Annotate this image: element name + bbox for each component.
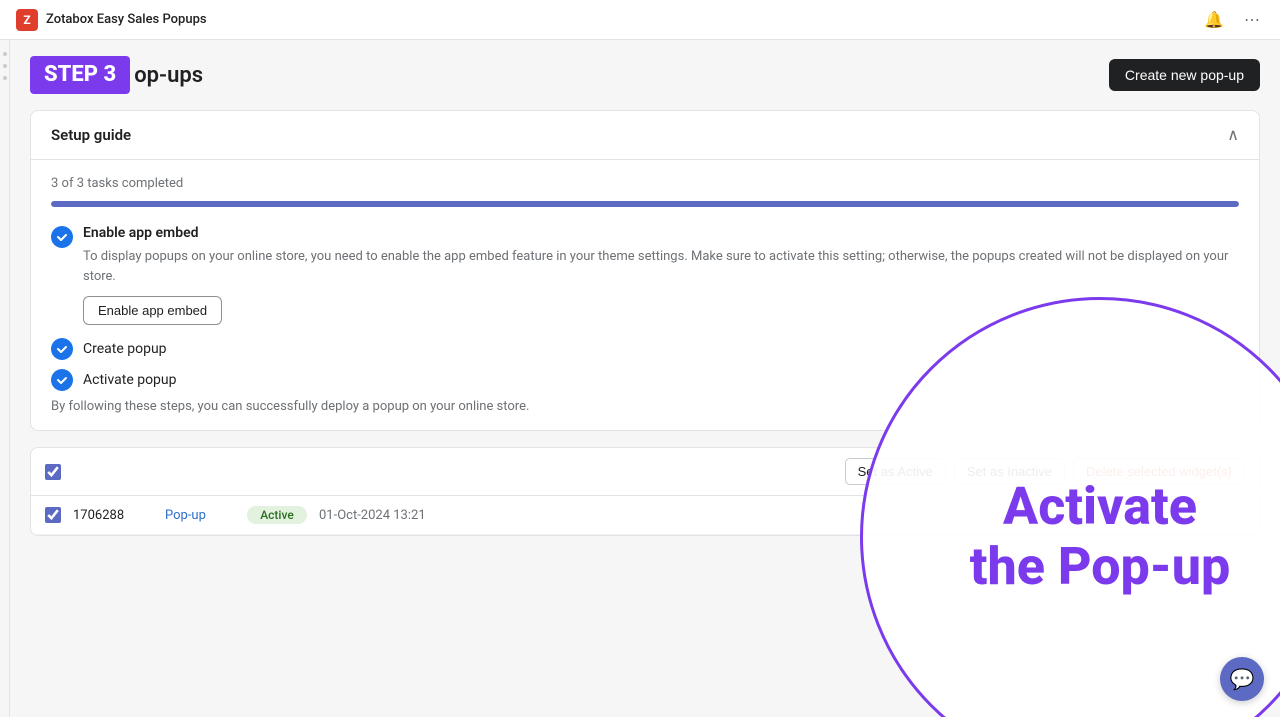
table-toolbar: Set as Active Set as Inactive Delete sel…: [31, 448, 1259, 496]
task-activate-popup: Activate popup: [51, 368, 1239, 391]
nav-strip: [0, 40, 10, 717]
top-bar-left: Z Zotabox Easy Sales Popups: [16, 9, 207, 31]
row-checkbox[interactable]: [45, 507, 61, 523]
chat-bubble-button[interactable]: 💬: [1220, 657, 1264, 701]
page-title: op-ups: [134, 63, 203, 88]
task-label-create-popup: Create popup: [83, 341, 167, 357]
layout: STEP 3 op-ups Create new pop-up Setup gu…: [0, 40, 1280, 717]
status-badge: Active: [247, 506, 307, 524]
row-id: 1706288: [73, 508, 153, 523]
select-all-checkbox[interactable]: [45, 464, 61, 480]
tasks-completed-text: 3 of 3 tasks completed: [51, 176, 1239, 191]
nav-dot: [3, 64, 7, 68]
page-header: STEP 3 op-ups Create new pop-up: [30, 56, 1260, 94]
table-toolbar-right: Set as Active Set as Inactive Delete sel…: [845, 458, 1245, 485]
task-description-enable-embed: To display popups on your online store, …: [83, 247, 1239, 286]
main-content: STEP 3 op-ups Create new pop-up Setup gu…: [10, 40, 1280, 717]
row-type[interactable]: Pop-up: [165, 508, 235, 523]
setup-footer-text: By following these steps, you can succes…: [51, 399, 1239, 414]
progress-bar-fill: [51, 201, 1239, 207]
task-content-enable-embed: Enable app embed To display popups on yo…: [83, 225, 1239, 325]
overlay-line2: the Pop-up: [970, 537, 1231, 597]
create-new-popup-button[interactable]: Create new pop-up: [1109, 59, 1260, 91]
checkmark-icon: [56, 343, 68, 355]
task-label-activate-popup: Activate popup: [83, 372, 177, 388]
setup-card-body: 3 of 3 tasks completed Enable app embed …: [31, 160, 1259, 430]
set-active-button[interactable]: Set as Active: [845, 458, 946, 485]
enable-app-embed-button[interactable]: Enable app embed: [83, 296, 222, 325]
task-check-enable-embed: [51, 226, 73, 248]
app-title: Zotabox Easy Sales Popups: [46, 12, 207, 27]
checkmark-icon: [56, 231, 68, 243]
delete-selected-button[interactable]: Delete selected widget(s): [1073, 458, 1245, 485]
task-create-popup: Create popup: [51, 337, 1239, 360]
table-toolbar-left: [45, 464, 61, 480]
app-icon: Z: [16, 9, 38, 31]
top-bar-right: 🔔 ⋯: [1200, 8, 1264, 32]
task-check-activate-popup: [51, 369, 73, 391]
checkmark-icon: [56, 374, 68, 386]
top-bar: Z Zotabox Easy Sales Popups 🔔 ⋯: [0, 0, 1280, 40]
setup-guide-card: Setup guide ∧ 3 of 3 tasks completed: [30, 110, 1260, 431]
step3-badge: STEP 3: [30, 56, 130, 94]
nav-dot: [3, 76, 7, 80]
bell-icon[interactable]: 🔔: [1200, 8, 1228, 32]
nav-dot: [3, 52, 7, 56]
task-label-enable-embed: Enable app embed: [83, 225, 1239, 241]
task-check-create-popup: [51, 338, 73, 360]
collapse-icon[interactable]: ∧: [1227, 125, 1239, 145]
setup-card-header: Setup guide ∧: [31, 111, 1259, 160]
task-enable-embed: Enable app embed To display popups on yo…: [51, 225, 1239, 325]
row-date: 01-Oct-2024 13:21: [319, 508, 449, 523]
progress-bar-container: [51, 201, 1239, 207]
table-row: 1706288 Pop-up Active 01-Oct-2024 13:21: [31, 496, 1259, 535]
set-inactive-button[interactable]: Set as Inactive: [954, 458, 1065, 485]
setup-guide-title: Setup guide: [51, 126, 131, 144]
more-icon[interactable]: ⋯: [1240, 8, 1264, 32]
page-title-area: STEP 3 op-ups: [30, 56, 203, 94]
table-card: Set as Active Set as Inactive Delete sel…: [30, 447, 1260, 536]
